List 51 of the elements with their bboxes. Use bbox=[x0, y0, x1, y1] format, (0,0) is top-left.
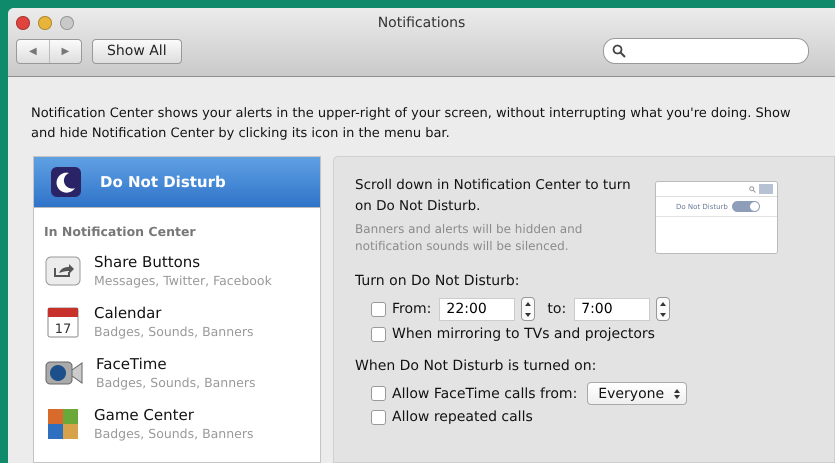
up-arrow-icon bbox=[660, 302, 666, 306]
checkbox-label: Allow FaceTime calls from: bbox=[392, 386, 578, 402]
description-text: Notification Center shows your alerts in the upper-right of your screen, without interrupting what you're doing. Show and hide Notification Center by clicking its icon in the menu bar. bbox=[31, 105, 792, 143]
time-field[interactable]: 22:00 bbox=[439, 298, 516, 320]
list-item-label: Do Not Disturb bbox=[100, 173, 226, 191]
note-text: Banners and alerts will be hidden and notification sounds will be silenced. bbox=[355, 221, 584, 255]
checkbox[interactable] bbox=[371, 386, 386, 401]
show-all-button[interactable]: Show All bbox=[92, 38, 182, 64]
checkbox[interactable] bbox=[371, 326, 386, 342]
app-detail: Badges, Sounds, Banners bbox=[94, 324, 254, 339]
app-detail: Messages, Twitter, Facebook bbox=[94, 273, 272, 288]
popup-menu[interactable]: Everyone bbox=[587, 382, 688, 405]
close-button[interactable] bbox=[16, 16, 30, 30]
minimize-button[interactable] bbox=[38, 16, 52, 30]
search-field[interactable] bbox=[603, 38, 809, 64]
up-arrow-icon bbox=[525, 302, 532, 306]
app-name: Share Buttons bbox=[94, 253, 202, 271]
intro-text: Scroll down in Notification Center to turn on Do Not Disturb. bbox=[355, 176, 632, 216]
app-list-item[interactable]: Game Center Badges, Sounds, Banners bbox=[34, 398, 320, 449]
app-detail: Badges, Sounds, Banners bbox=[96, 375, 256, 390]
window-title: Notifications bbox=[376, 15, 466, 31]
section-heading: When Do Not Disturb is turned on: bbox=[355, 358, 598, 374]
zoom-button[interactable] bbox=[60, 16, 74, 30]
app-detail: Badges, Sounds, Banners bbox=[94, 426, 254, 441]
section-heading: Turn on Do Not Disturb: bbox=[355, 273, 520, 289]
checkbox-label: Allow repeated calls bbox=[392, 409, 533, 425]
share-icon bbox=[44, 254, 82, 288]
app-list-item[interactable]: FaceTime Badges, Sounds, Banners bbox=[34, 347, 320, 398]
checkbox-label: From: bbox=[392, 301, 432, 317]
search-icon bbox=[612, 44, 626, 58]
forward-button[interactable]: ▶ bbox=[49, 40, 81, 62]
down-arrow-icon bbox=[660, 312, 666, 316]
section-header: In Notification Center bbox=[43, 223, 197, 241]
stepper-control[interactable] bbox=[656, 297, 670, 321]
field-label: to: bbox=[547, 301, 566, 317]
time-field[interactable]: 7:00 bbox=[574, 298, 650, 320]
checkbox[interactable] bbox=[371, 302, 386, 316]
checkbox-label: When mirroring to TVs and projectors bbox=[392, 326, 655, 342]
down-arrow-icon bbox=[525, 312, 532, 316]
moon-icon bbox=[50, 166, 82, 198]
search-icon bbox=[749, 186, 756, 192]
stepper-control[interactable] bbox=[521, 297, 536, 321]
checkbox[interactable] bbox=[371, 410, 386, 424]
updown-arrows-icon bbox=[674, 388, 680, 398]
app-list-item[interactable]: Share Buttons Messages, Twitter, Facebook bbox=[34, 245, 320, 296]
list-item[interactable]: Do Not Disturb bbox=[34, 157, 320, 208]
app-name: FaceTime bbox=[96, 355, 168, 373]
app-name: Game Center bbox=[94, 406, 195, 424]
app-list-item[interactable]: 17 Calendar Badges, Sounds, Banners bbox=[34, 296, 320, 347]
back-button[interactable]: ◀ bbox=[17, 40, 49, 62]
app-name: Calendar bbox=[94, 304, 162, 322]
